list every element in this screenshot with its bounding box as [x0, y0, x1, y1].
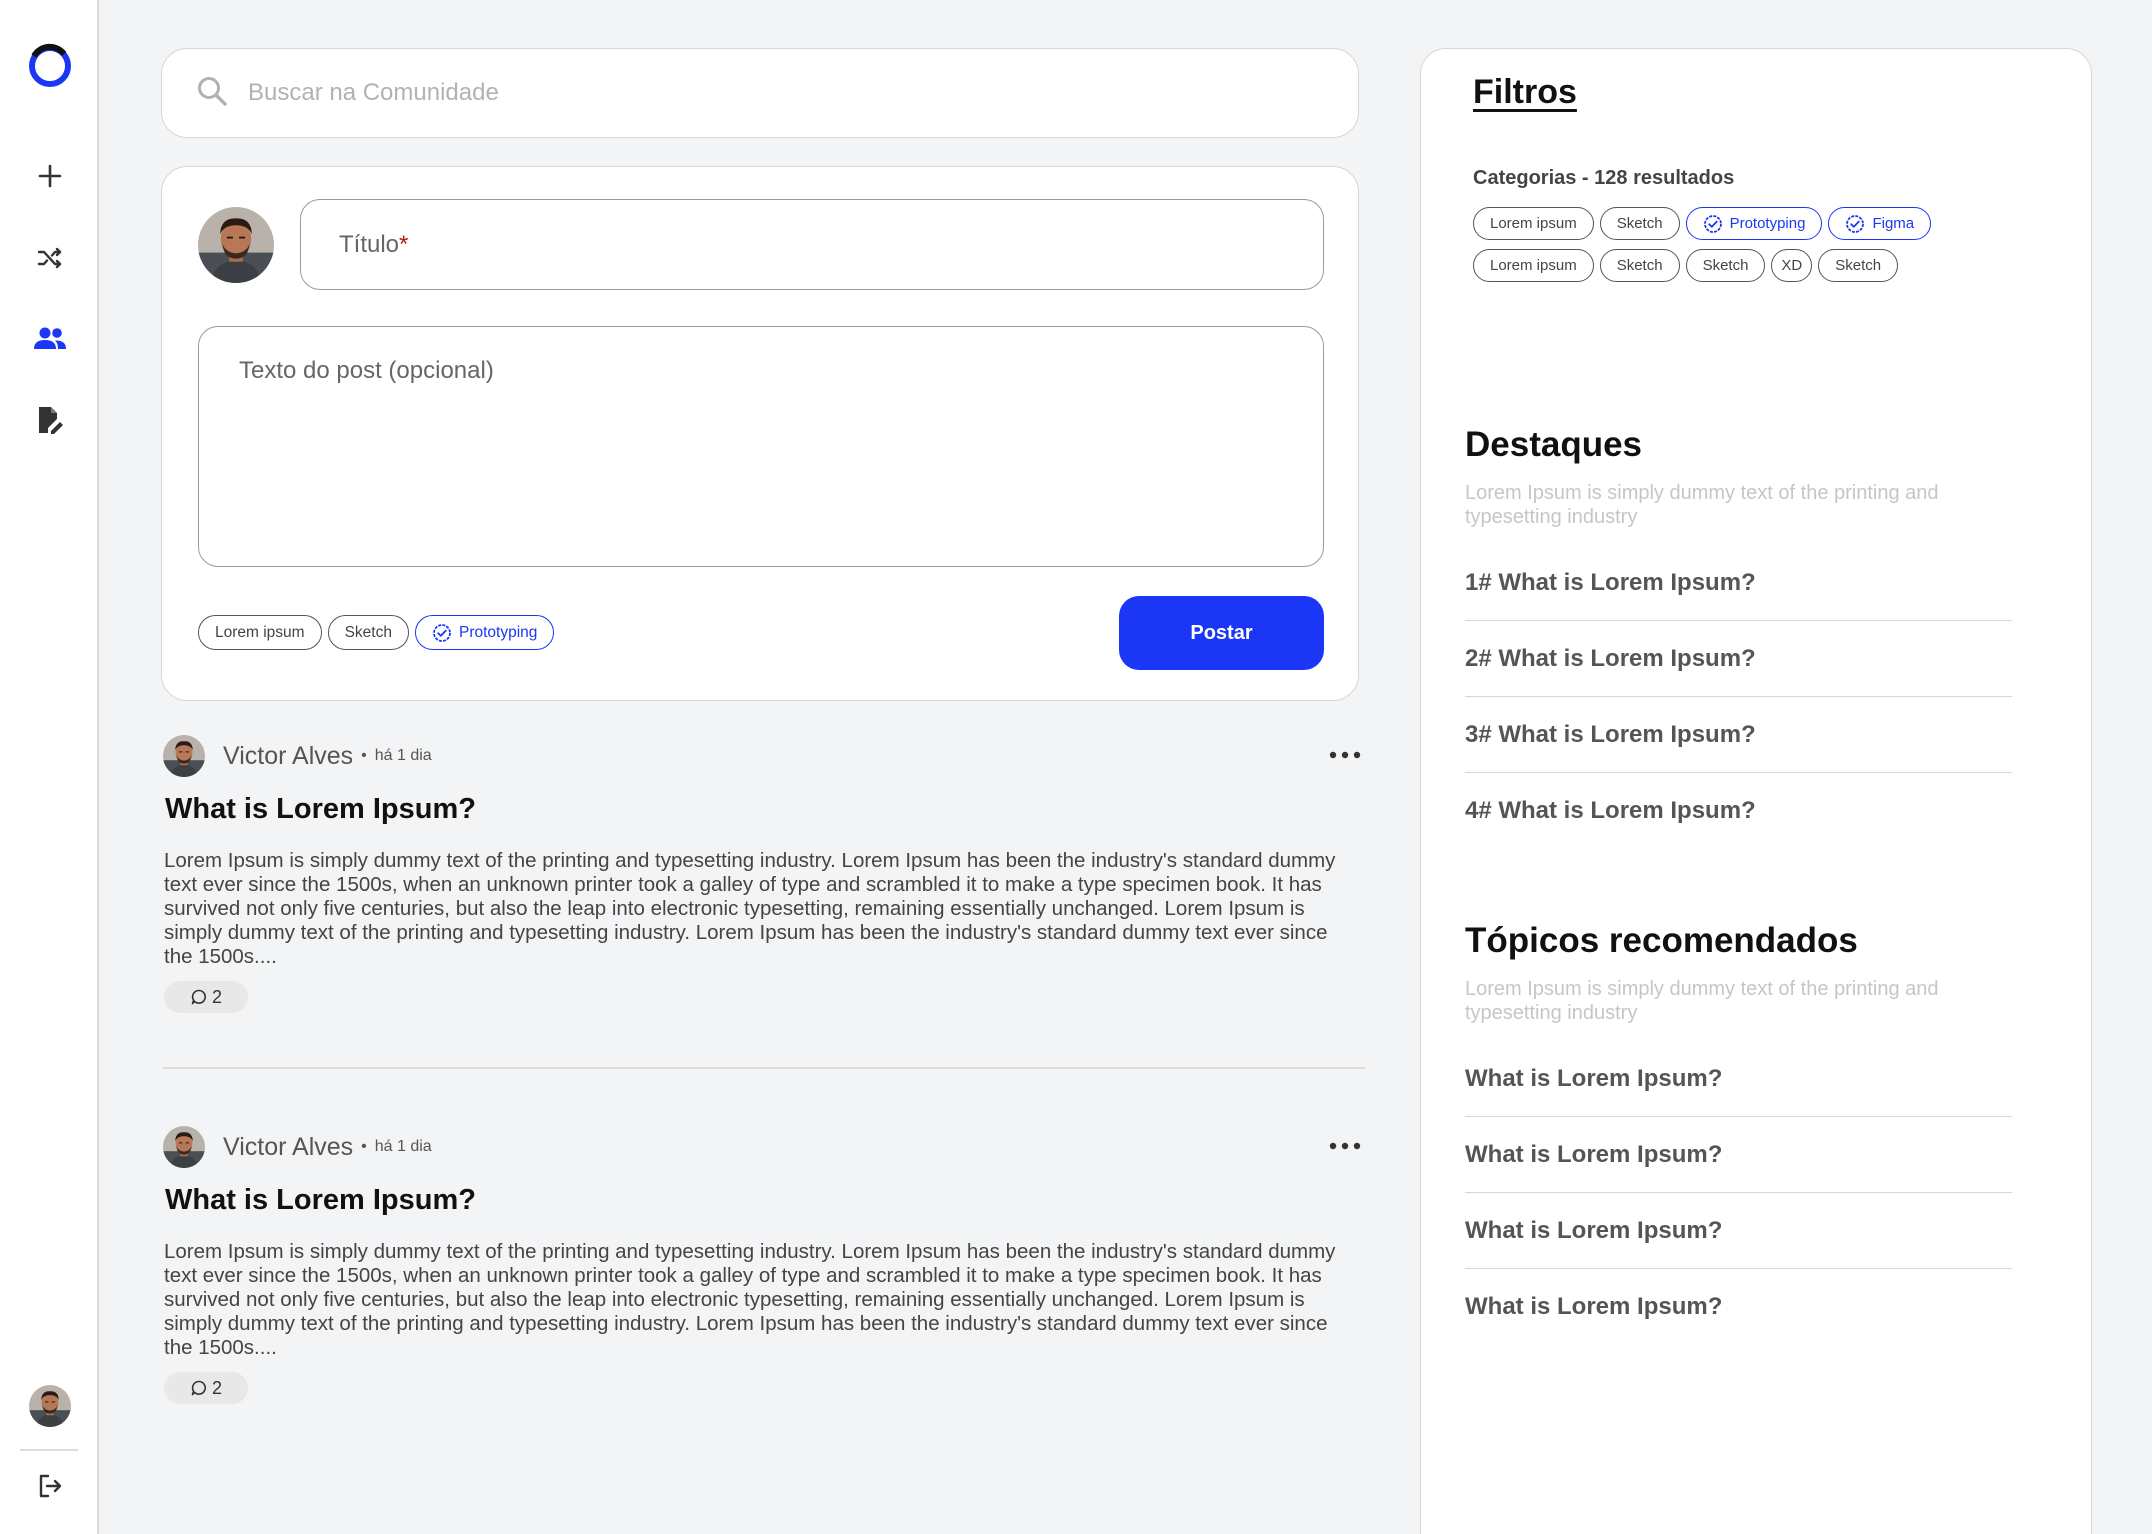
- edit-document-icon[interactable]: [26, 396, 74, 444]
- recommended-title: Tópicos recomendados: [1465, 921, 1858, 960]
- sidebar-divider: [20, 1449, 78, 1451]
- recommended-list: What is Lorem Ipsum? What is Lorem Ipsum…: [1465, 1041, 2012, 1345]
- search-icon: [196, 75, 228, 112]
- title-placeholder: Título: [339, 230, 400, 258]
- check-badge-icon: [1703, 214, 1723, 234]
- tag-chip-selected[interactable]: Prototyping: [414, 615, 555, 650]
- avatar[interactable]: [26, 1382, 74, 1430]
- search-input[interactable]: [248, 79, 1248, 107]
- list-item[interactable]: What is Lorem Ipsum?: [1465, 1269, 2012, 1345]
- plus-icon[interactable]: [26, 152, 74, 200]
- highlights-title: Destaques: [1465, 425, 1643, 464]
- filter-tag[interactable]: Sketch: [1818, 249, 1899, 282]
- filter-tag[interactable]: Sketch: [1599, 207, 1680, 240]
- post-body: Lorem Ipsum is simply dummy text of the …: [164, 1240, 1336, 1359]
- filters-title[interactable]: Filtros: [1473, 73, 1577, 112]
- post-button[interactable]: Postar: [1119, 596, 1324, 670]
- required-mark: *: [399, 230, 409, 258]
- post-author[interactable]: Victor Alves: [223, 1133, 353, 1162]
- separator-dot: •: [361, 1138, 367, 1155]
- check-badge-icon: [1845, 214, 1865, 234]
- post-time: há 1 dia: [374, 747, 432, 764]
- post-title[interactable]: What is Lorem Ipsum?: [165, 793, 476, 826]
- post-composer: Título * Texto do post (opcional) Lorem i…: [161, 166, 1359, 701]
- highlights-subtitle: Lorem Ipsum is simply dummy text of the …: [1465, 482, 1939, 528]
- filter-tag[interactable]: Lorem ipsum: [1473, 249, 1594, 282]
- recommended-subtitle: Lorem Ipsum is simply dummy text of the …: [1465, 978, 1939, 1024]
- logo-icon[interactable]: [26, 42, 74, 90]
- filter-tags: Lorem ipsum Sketch Prototyping Figma Lor…: [1473, 207, 1933, 282]
- post-body: Lorem Ipsum is simply dummy text of the …: [164, 849, 1336, 968]
- comments-badge[interactable]: 2: [164, 981, 248, 1013]
- tag-chip[interactable]: Lorem ipsum: [198, 615, 322, 650]
- list-item[interactable]: What is Lorem Ipsum?: [1465, 1117, 2012, 1193]
- list-item[interactable]: 2# What is Lorem Ipsum?: [1465, 621, 2012, 697]
- comment-icon: [191, 1380, 206, 1396]
- filter-tag[interactable]: Lorem ipsum: [1473, 207, 1594, 240]
- separator-dot: •: [361, 747, 367, 764]
- sidebar: [0, 0, 99, 1534]
- list-item[interactable]: What is Lorem Ipsum?: [1465, 1193, 2012, 1269]
- tag-chip[interactable]: Sketch: [327, 615, 409, 650]
- composer-tags: Lorem ipsum Sketch Prototyping: [198, 615, 555, 650]
- filter-tag[interactable]: XD: [1771, 249, 1813, 282]
- post-header: Victor Alves • há 1 dia: [163, 1126, 432, 1168]
- title-field[interactable]: Título *: [300, 199, 1324, 290]
- filter-tag-selected[interactable]: Figma: [1828, 207, 1932, 240]
- filter-tag[interactable]: Sketch: [1685, 249, 1766, 282]
- comment-count: 2: [211, 1377, 222, 1398]
- avatar: [198, 207, 274, 283]
- more-options-icon[interactable]: [1325, 1134, 1365, 1158]
- list-item[interactable]: 4# What is Lorem Ipsum?: [1465, 773, 2012, 849]
- community-icon[interactable]: [26, 315, 74, 363]
- comment-icon: [191, 989, 206, 1005]
- list-item[interactable]: 3# What is Lorem Ipsum?: [1465, 697, 2012, 773]
- post-author[interactable]: Victor Alves: [223, 742, 353, 771]
- avatar[interactable]: [163, 1126, 205, 1168]
- post-title[interactable]: What is Lorem Ipsum?: [165, 1184, 476, 1217]
- post-text-placeholder: Texto do post (opcional): [239, 357, 494, 384]
- check-badge-icon: [432, 623, 452, 643]
- shuffle-icon[interactable]: [26, 234, 74, 282]
- post-card: Victor Alves • há 1 dia What is Lorem Ip…: [163, 1126, 1365, 1426]
- comments-badge[interactable]: 2: [164, 1372, 248, 1404]
- post-time: há 1 dia: [374, 1138, 432, 1155]
- post-text-field[interactable]: Texto do post (opcional): [198, 326, 1324, 567]
- post-divider: [163, 1067, 1365, 1069]
- categories-label: Categorias - 128 resultados: [1473, 167, 1735, 189]
- post-header: Victor Alves • há 1 dia: [163, 735, 432, 777]
- filter-tag[interactable]: Sketch: [1599, 249, 1680, 282]
- avatar[interactable]: [163, 735, 205, 777]
- highlights-list: 1# What is Lorem Ipsum? 2# What is Lorem…: [1465, 545, 2012, 849]
- right-panel: Filtros Categorias - 128 resultados Lore…: [1420, 48, 2092, 1534]
- list-item[interactable]: 1# What is Lorem Ipsum?: [1465, 545, 2012, 621]
- more-options-icon[interactable]: [1325, 743, 1365, 767]
- list-item[interactable]: What is Lorem Ipsum?: [1465, 1041, 2012, 1117]
- post-card: Victor Alves • há 1 dia What is Lorem Ip…: [163, 735, 1365, 1035]
- comment-count: 2: [211, 986, 222, 1007]
- filter-tag-selected[interactable]: Prototyping: [1685, 207, 1823, 240]
- logout-icon[interactable]: [26, 1462, 74, 1510]
- search-bar[interactable]: [161, 48, 1359, 138]
